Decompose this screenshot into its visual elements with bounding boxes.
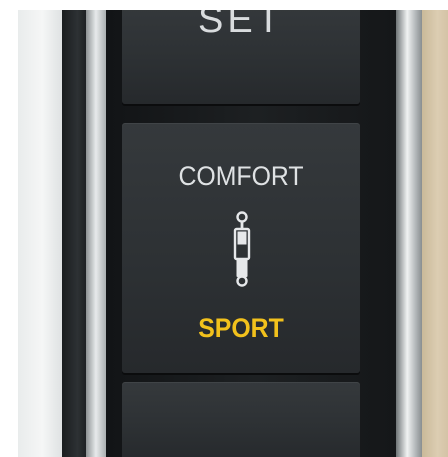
photo: SET COMFORT SPORT [18, 10, 448, 457]
comfort-label: COMFORT [178, 161, 304, 191]
beige-dashboard [422, 10, 448, 457]
chrome-trim-right [396, 10, 424, 457]
shock-absorber-icon [233, 211, 251, 287]
comfort-sport-button[interactable]: COMFORT SPORT [122, 123, 360, 373]
bottom-button[interactable] [122, 382, 360, 457]
set-button-label: SET [198, 10, 284, 41]
sport-label: SPORT [198, 313, 284, 343]
set-button[interactable]: SET [122, 10, 360, 104]
dark-trim-strip [62, 10, 88, 457]
chrome-trim-left [86, 10, 108, 457]
white-wall-edge [18, 10, 62, 457]
